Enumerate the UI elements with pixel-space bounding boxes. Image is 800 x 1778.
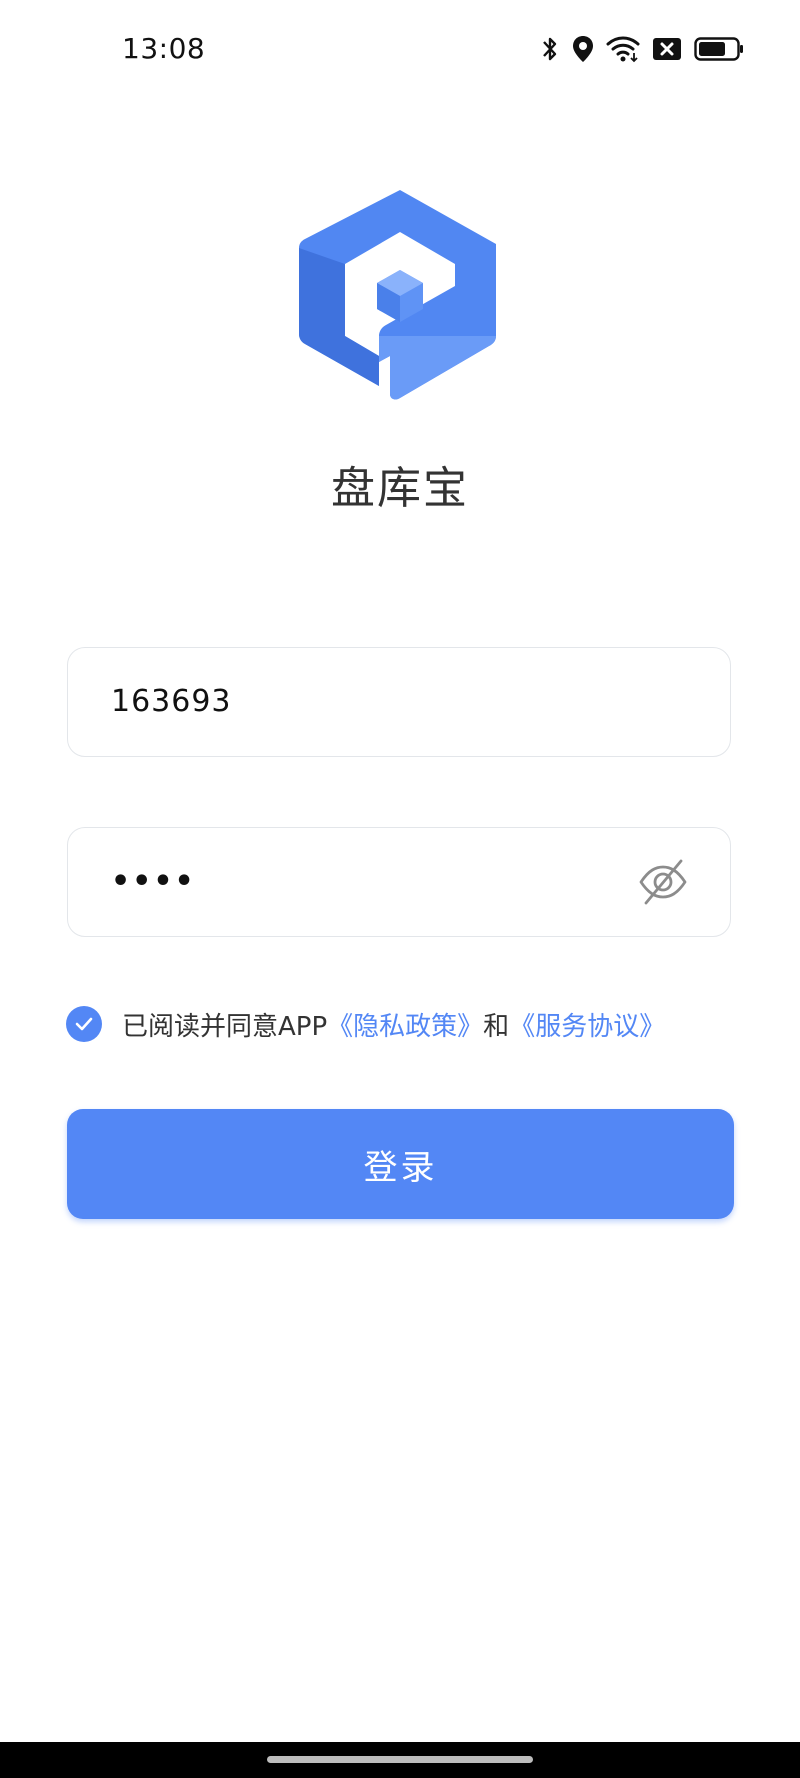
login-button[interactable]: 登录 [67, 1109, 734, 1219]
username-field[interactable]: 163693 [67, 647, 731, 757]
app-logo [295, 186, 505, 416]
password-value[interactable]: •••• [111, 828, 196, 935]
agreement-checkbox[interactable] [66, 1006, 102, 1042]
bluetooth-icon [540, 34, 560, 64]
check-icon [75, 1017, 93, 1031]
status-icons [540, 34, 744, 64]
status-time: 13:08 [122, 32, 206, 65]
home-indicator[interactable] [267, 1756, 533, 1763]
privacy-policy-link[interactable]: 《隐私政策》 [327, 1012, 483, 1042]
agreement-text: 已阅读并同意APP《隐私政策》和《服务协议》 [122, 1006, 665, 1043]
agreement-row: 已阅读并同意APP《隐私政策》和《服务协议》 [66, 1004, 665, 1044]
username-value[interactable]: 163693 [111, 648, 232, 755]
status-bar: 13:08 [0, 0, 800, 100]
agreement-conjunction: 和 [483, 1011, 510, 1042]
location-icon [572, 35, 594, 63]
eye-off-icon[interactable] [638, 857, 688, 907]
agreement-prefix: 已阅读并同意APP [122, 1011, 328, 1042]
password-field[interactable]: •••• [67, 827, 731, 937]
service-agreement-link[interactable]: 《服务协议》 [509, 1012, 665, 1042]
no-sim-icon [652, 37, 682, 61]
navigation-bar [0, 1742, 800, 1778]
battery-icon [694, 37, 744, 61]
app-name: 盘库宝 [331, 463, 469, 514]
wifi-icon [606, 35, 640, 63]
